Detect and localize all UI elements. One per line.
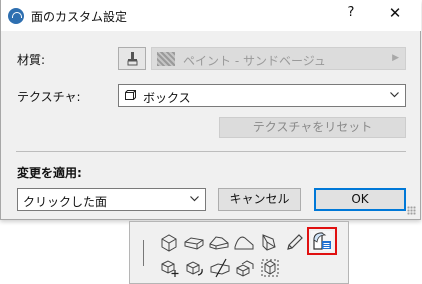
move-node-icon[interactable] bbox=[159, 258, 181, 278]
apply-to-select[interactable]: クリックした面 bbox=[17, 188, 206, 211]
material-label: 材質: bbox=[17, 53, 46, 67]
box-3d-icon[interactable] bbox=[158, 232, 180, 252]
texture-label: テクスチャ: bbox=[17, 90, 81, 104]
pencil-icon[interactable] bbox=[283, 232, 305, 252]
morph-icon[interactable] bbox=[258, 232, 280, 252]
material-value: ペイント - サンドベージュ bbox=[183, 54, 326, 68]
close-button[interactable]: ✕ bbox=[385, 4, 405, 22]
chevron-down-icon bbox=[390, 92, 399, 98]
chevron-down-icon bbox=[190, 196, 199, 202]
material-swatch bbox=[157, 52, 175, 66]
custom-surface-icon[interactable] bbox=[307, 227, 337, 255]
shell-icon[interactable] bbox=[233, 232, 255, 252]
roof-icon[interactable] bbox=[208, 232, 230, 252]
app-icon bbox=[8, 8, 24, 24]
help-button[interactable]: ? bbox=[341, 5, 361, 20]
select-nodes-icon[interactable] bbox=[259, 258, 281, 278]
title-bar: 面のカスタム設定 ? ✕ bbox=[1, 0, 421, 31]
material-brush-button[interactable] bbox=[118, 47, 146, 70]
ok-button[interactable]: OK bbox=[314, 188, 406, 211]
apply-changes-label: 変更を適用: bbox=[17, 166, 82, 180]
reset-texture-button[interactable]: テクスチャをリセット bbox=[219, 117, 406, 138]
palette-separator bbox=[143, 240, 144, 266]
texture-value: ボックス bbox=[143, 91, 191, 105]
resize-grip[interactable] bbox=[407, 206, 416, 215]
paint-brush-icon bbox=[127, 52, 138, 66]
tool-palette bbox=[129, 221, 349, 284]
cancel-button[interactable]: キャンセル bbox=[218, 188, 301, 211]
texture-select[interactable]: ボックス bbox=[118, 84, 406, 107]
divider bbox=[16, 151, 406, 152]
slab-icon[interactable] bbox=[183, 232, 205, 252]
material-picker: ペイント - サンドベージュ ▶ bbox=[151, 47, 406, 70]
custom-surface-dialog: 面のカスタム設定 ? ✕ 材質: ペイント - サンドベージュ ▶ テクスチャ:… bbox=[0, 0, 421, 220]
apply-to-value: クリックした面 bbox=[23, 195, 108, 209]
rotate-icon[interactable] bbox=[184, 258, 206, 278]
window-title: 面のカスタム設定 bbox=[31, 10, 128, 24]
split-icon[interactable] bbox=[209, 258, 231, 278]
extrude-icon[interactable] bbox=[234, 258, 256, 278]
chevron-right-icon: ▶ bbox=[392, 53, 399, 63]
box-icon bbox=[125, 90, 136, 100]
